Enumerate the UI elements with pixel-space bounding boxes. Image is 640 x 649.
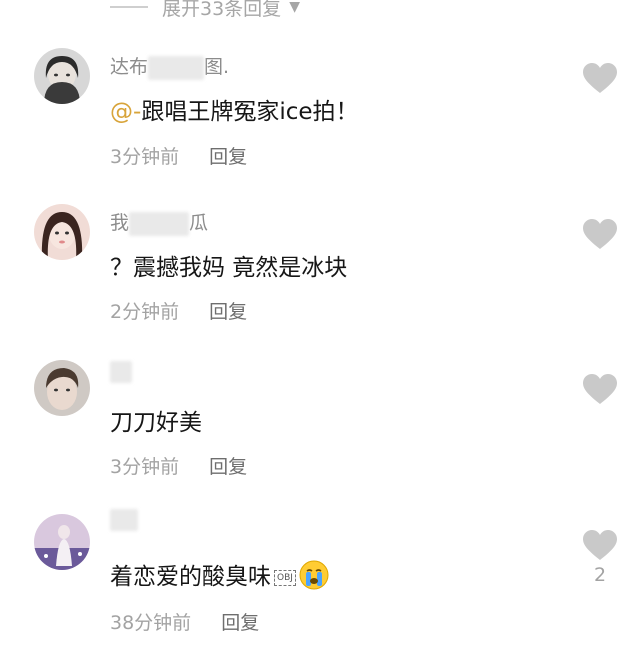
comment-time: 3分钟前	[110, 146, 180, 168]
comment-time: 38分钟前	[110, 612, 192, 634]
heart-icon[interactable]	[582, 62, 618, 94]
reply-button[interactable]: 回复	[209, 146, 247, 168]
comment-meta: 3分钟前 回复	[110, 452, 247, 479]
expand-replies-label: 展开33条回复	[162, 0, 282, 20]
avatar[interactable]	[34, 514, 90, 570]
crying-face-icon	[299, 560, 329, 596]
like-count: 2	[593, 564, 607, 586]
comment-text: @-跟唱王牌冤家ice拍！	[110, 99, 359, 125]
redacted-name	[148, 55, 205, 80]
heart-icon[interactable]	[582, 529, 618, 561]
comment-text: 刀刀好美	[110, 410, 202, 436]
heart-icon[interactable]	[582, 218, 618, 250]
redacted-name	[110, 360, 132, 383]
object-placeholder: OBJ	[274, 569, 296, 586]
comment-text: ？震撼我妈 竟然是冰块	[110, 255, 348, 281]
comment-username[interactable]: 达布 图.	[110, 52, 229, 80]
avatar[interactable]	[34, 48, 90, 104]
comment-username[interactable]	[110, 360, 132, 383]
comment-text: 着恋爱的酸臭味 OBJ	[110, 557, 329, 596]
comment-meta: 3分钟前 回复	[110, 142, 247, 169]
comment-time: 2分钟前	[110, 301, 180, 323]
redacted-name	[129, 211, 190, 236]
mention-link[interactable]: @-	[110, 99, 141, 125]
expand-replies-button[interactable]: 展开33条回复 ▼	[110, 0, 300, 22]
caret-down-icon: ▼	[289, 0, 300, 15]
reply-button[interactable]: 回复	[209, 301, 247, 323]
comment-username[interactable]: 我瓜	[110, 208, 208, 236]
heart-icon[interactable]	[582, 373, 618, 405]
avatar[interactable]	[34, 360, 90, 416]
comment-time: 3分钟前	[110, 456, 180, 478]
reply-button[interactable]: 回复	[221, 612, 259, 634]
comment-meta: 2分钟前 回复	[110, 297, 247, 324]
reply-button[interactable]: 回复	[209, 456, 247, 478]
avatar[interactable]	[34, 204, 90, 260]
divider-line	[110, 6, 148, 8]
comment-meta: 38分钟前 回复	[110, 608, 259, 635]
redacted-name	[110, 508, 138, 531]
comment-username[interactable]	[110, 508, 138, 531]
